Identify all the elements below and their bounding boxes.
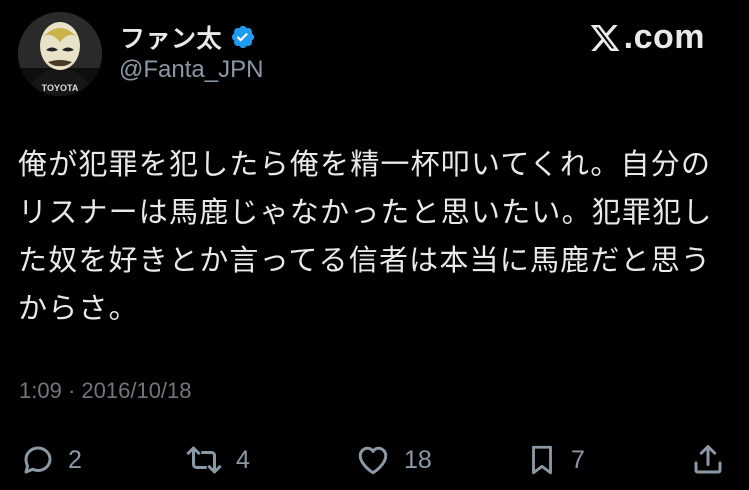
bookmark-button[interactable]: 7 bbox=[525, 440, 585, 480]
action-bar: 2 4 18 7 bbox=[20, 440, 732, 480]
brand-label: .com bbox=[623, 18, 705, 56]
tweet-timestamp[interactable]: 1:09 · 2016/10/18 bbox=[19, 378, 192, 404]
x-brand: .com bbox=[588, 18, 705, 57]
retweet-button[interactable]: 4 bbox=[184, 440, 250, 480]
like-button[interactable]: 18 bbox=[354, 440, 432, 480]
heart-icon bbox=[358, 446, 388, 475]
bookmark-count: 7 bbox=[571, 445, 585, 474]
share-icon bbox=[694, 445, 722, 474]
avatar[interactable]: TOYOTA bbox=[18, 12, 102, 96]
author-handle[interactable]: @Fanta_JPN bbox=[119, 56, 263, 84]
meta-separator: · bbox=[67, 378, 76, 403]
verified-badge-icon bbox=[230, 24, 256, 50]
tweet-text-line: リスナーは馬鹿じゃなかったと思いたい。犯罪犯し bbox=[18, 195, 713, 229]
tweet-time: 1:09 bbox=[19, 378, 62, 403]
reply-count: 2 bbox=[68, 445, 82, 474]
tweet-text: 俺が犯罪を犯したら俺を精一杯叩いてくれ。自分の リスナーは馬鹿じゃなかったと思い… bbox=[18, 140, 718, 332]
share-button[interactable] bbox=[690, 440, 726, 480]
retweet-count: 4 bbox=[236, 445, 250, 474]
tweet-text-line: 俺が犯罪を犯したら俺を精一杯叩いてくれ。自分の bbox=[18, 147, 712, 181]
avatar-text: TOYOTA bbox=[42, 83, 79, 93]
author-name-row[interactable]: ファン太 bbox=[120, 20, 256, 54]
tweet-date: 2016/10/18 bbox=[81, 378, 192, 403]
bookmark-icon bbox=[532, 445, 552, 475]
reply-icon bbox=[24, 446, 52, 474]
reply-button[interactable]: 2 bbox=[20, 440, 82, 480]
tweet-text-line: た奴を好きとか言ってる信者は本当に馬鹿だと思う bbox=[18, 243, 712, 277]
retweet-icon bbox=[186, 446, 222, 474]
avatar-image: TOYOTA bbox=[18, 12, 102, 96]
x-logo-icon bbox=[590, 24, 620, 51]
like-count: 18 bbox=[404, 445, 432, 474]
tweet-text-line: からさ。 bbox=[18, 291, 139, 325]
tweet-card: TOYOTA ファン太 @Fanta_JPN .com 俺が犯罪を犯したら俺を精… bbox=[0, 0, 749, 490]
display-name[interactable]: ファン太 bbox=[120, 19, 222, 55]
